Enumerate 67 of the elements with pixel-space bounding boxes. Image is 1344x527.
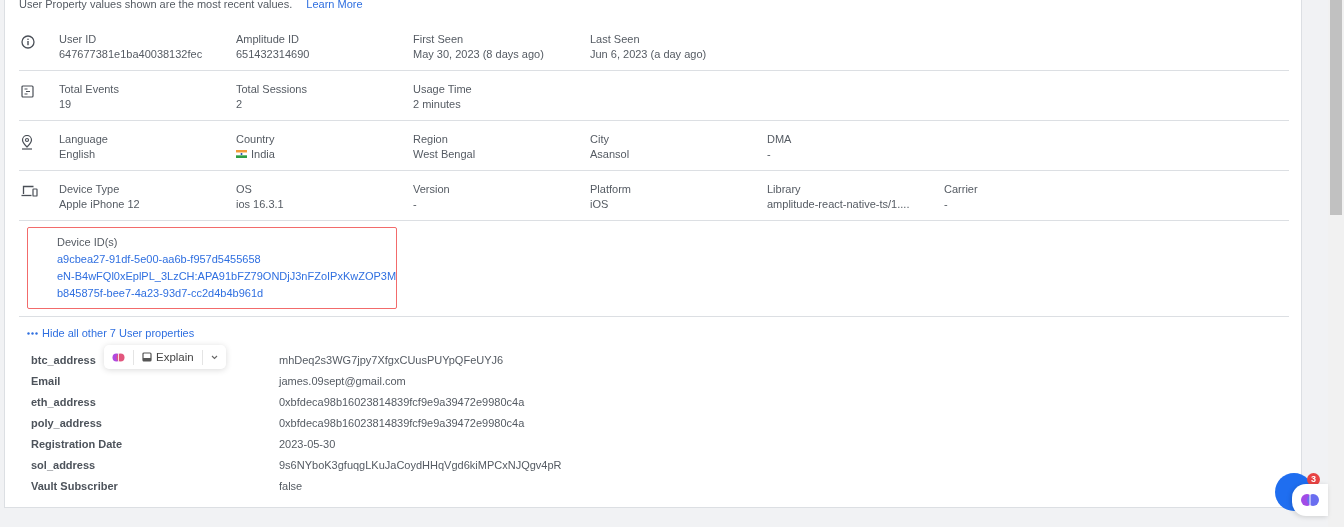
list-icon (21, 85, 34, 98)
field-value: May 30, 2023 (8 days ago) (413, 48, 545, 60)
field-label: OS (236, 183, 253, 195)
field-value: 19 (59, 98, 73, 110)
field-value: India (236, 148, 413, 160)
field-label: Platform (590, 183, 632, 195)
device-id-link[interactable]: b845875f-bee7-4a23-93d7-cc2d4b4b961d (57, 287, 264, 299)
field-value: 647677381e1ba40038132fec (59, 48, 204, 60)
assistant-button[interactable] (1292, 484, 1328, 516)
field-label: Device ID(s) (57, 236, 118, 248)
property-value: 2023-05-30 (279, 438, 337, 451)
property-name: poly_address (31, 417, 102, 430)
info-icon (21, 35, 35, 49)
flag-icon (236, 150, 247, 158)
explain-button[interactable]: Explain (142, 351, 194, 363)
property-value: 9s6NYboK3gfuqgLKuJaCoydHHqVgd6kiMPCxNJQgv4pR (279, 459, 563, 472)
field-value: amplitude-react-native-ts/1.... (767, 198, 911, 210)
notice-text: User Property values shown are the most recent values. (19, 0, 293, 8)
field-label: City (590, 133, 610, 145)
field-value: - (767, 148, 772, 160)
devices-icon (21, 185, 38, 197)
field-label: Total Events (59, 83, 120, 95)
field-label: User ID (59, 33, 98, 45)
property-name: sol_address (31, 459, 96, 472)
field-value: West Bengal (413, 148, 477, 160)
device-id-link[interactable]: eN-B4wFQl0xEplPL_3LzCH:APA91bFZ79ONDjJ3nFZoIPxKwZOP3M (57, 270, 397, 282)
device-id-link[interactable]: a9cbea27-91df-5e00-aa6b-f957d5455658 (57, 253, 261, 265)
field-value: - (413, 198, 418, 210)
field-label: Usage Time (413, 83, 473, 95)
field-value: iOS (590, 198, 610, 210)
hide-properties-link[interactable]: Hide all other 7 User properties (27, 327, 195, 339)
property-name: Registration Date (31, 438, 123, 451)
property-value: mhDeq2s3WG7jpy7XfgxCUusPUYpQFeUYJ6 (279, 354, 505, 367)
property-value: james.09sept@gmail.com (279, 375, 407, 388)
property-value: 0xbfdeca98b16023814839fcf9e9a39472e9980c4a (279, 417, 526, 430)
location-pin-icon (21, 135, 33, 150)
field-label: Device Type (59, 183, 121, 195)
field-label: DMA (767, 133, 793, 145)
field-value: 651432314690 (236, 48, 311, 60)
caret-icon[interactable] (210, 354, 218, 360)
field-label: Total Sessions (236, 83, 308, 95)
field-value: 2 (236, 98, 244, 110)
field-label: Language (59, 133, 109, 145)
field-value: Jun 6, 2023 (a day ago) (590, 48, 708, 60)
field-label: Library (767, 183, 802, 195)
field-label: Carrier (944, 183, 979, 195)
property-name: eth_address (31, 396, 96, 409)
property-name: Vault Subscriber (31, 480, 118, 493)
learn-more-link[interactable]: Learn More (306, 0, 363, 8)
field-label: Amplitude ID (236, 33, 300, 45)
field-value: - (944, 198, 949, 210)
field-value: Asansol (590, 148, 631, 160)
more-icon (27, 331, 38, 335)
property-value: false (279, 480, 304, 493)
field-value: English (59, 148, 97, 160)
field-value: Apple iPhone 12 (59, 198, 141, 210)
field-label: Country (236, 133, 276, 145)
property-name: Email (31, 375, 61, 388)
property-value: 0xbfdeca98b16023814839fcf9e9a39472e9980c4a (279, 396, 526, 409)
field-value: ios 16.3.1 (236, 198, 285, 210)
save-icon (142, 352, 152, 362)
field-value: 2 minutes (413, 98, 462, 110)
field-label: Region (413, 133, 449, 145)
property-name: btc_address (31, 354, 96, 367)
field-label: Version (413, 183, 451, 195)
field-label: Last Seen (590, 33, 641, 45)
field-label: First Seen (413, 33, 465, 45)
